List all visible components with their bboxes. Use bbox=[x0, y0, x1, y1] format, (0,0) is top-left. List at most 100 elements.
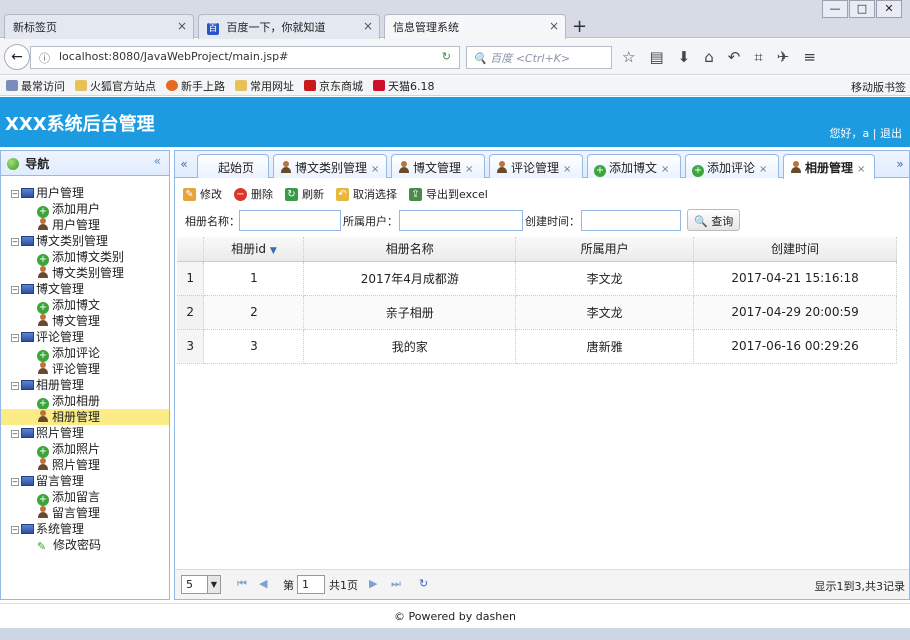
column-header[interactable]: 相册id ▼ bbox=[203, 237, 305, 262]
tree-item[interactable]: 留言管理 bbox=[1, 505, 169, 521]
content-tab[interactable]: 评论管理 × bbox=[489, 154, 583, 178]
close-icon[interactable]: × bbox=[371, 164, 379, 175]
tree-item[interactable]: 用户管理 bbox=[1, 217, 169, 233]
content-tab[interactable]: + 添加评论 × bbox=[685, 154, 779, 178]
extension-icon[interactable]: ✈ bbox=[777, 48, 790, 66]
tree-item[interactable]: + 添加用户 bbox=[1, 201, 169, 218]
bookmark-item[interactable]: 常用网址 bbox=[235, 78, 294, 94]
close-icon[interactable]: × bbox=[363, 19, 373, 33]
close-window-icon[interactable]: ✕ bbox=[876, 0, 902, 18]
table-row[interactable]: 3 3 我的家 唐新雅 2017-06-16 00:29:26 bbox=[177, 329, 897, 364]
bookmark-item[interactable]: 最常访问 bbox=[6, 78, 65, 94]
content-tab[interactable]: 博文类别管理 × bbox=[273, 154, 387, 178]
refresh-button[interactable]: ↻ 刷新 bbox=[285, 186, 324, 202]
tree-item[interactable]: + 添加相册 bbox=[1, 393, 169, 410]
star-icon[interactable]: ☆ bbox=[622, 48, 635, 66]
tree-item[interactable]: + 添加博文 bbox=[1, 297, 169, 314]
column-header[interactable]: 所属用户 bbox=[515, 237, 695, 262]
bookmark-item[interactable]: 天猫6.18 bbox=[373, 78, 435, 94]
first-page-icon[interactable]: ⏮ bbox=[237, 577, 247, 591]
tree-group[interactable]: − 博文类别管理 bbox=[1, 233, 169, 249]
last-page-icon[interactable]: ⏭ bbox=[391, 577, 401, 591]
browser-tab-baidu[interactable]: 百 百度一下，你就知道 × bbox=[198, 14, 380, 39]
search-input[interactable]: 🔍 百度 <Ctrl+K> bbox=[466, 46, 612, 69]
bookmark-item[interactable]: 新手上路 bbox=[166, 78, 225, 94]
browser-tab-active[interactable]: 信息管理系统 × bbox=[384, 14, 566, 40]
undo-icon[interactable]: ↶ bbox=[728, 48, 741, 66]
user-logout-link[interactable]: 您好，a | 退出 bbox=[830, 125, 902, 141]
tree-group[interactable]: − 相册管理 bbox=[1, 377, 169, 393]
bookmark-item[interactable]: 京东商城 bbox=[304, 78, 363, 94]
menu-icon[interactable]: ≡ bbox=[803, 48, 816, 66]
screenshot-icon[interactable]: ⌗ bbox=[754, 48, 762, 66]
column-header[interactable]: 创建时间 bbox=[693, 237, 897, 262]
address-bar[interactable]: ⓘ localhost:8080/JavaWebProject/main.jsp… bbox=[30, 46, 460, 69]
tree-item[interactable]: 评论管理 bbox=[1, 361, 169, 377]
toggle-minus-icon[interactable]: − bbox=[11, 526, 19, 534]
tree-item[interactable]: ✎ 修改密码 bbox=[1, 537, 169, 553]
content-tab[interactable]: 博文管理 × bbox=[391, 154, 485, 178]
mobile-bookmarks[interactable]: 移动版书签 bbox=[851, 79, 906, 95]
scroll-left-icon[interactable]: « bbox=[175, 154, 193, 175]
toggle-minus-icon[interactable]: − bbox=[11, 190, 19, 198]
toggle-minus-icon[interactable]: − bbox=[11, 238, 19, 246]
collapse-icon[interactable]: « bbox=[154, 154, 161, 168]
tree-group[interactable]: − 评论管理 bbox=[1, 329, 169, 345]
toggle-minus-icon[interactable]: − bbox=[11, 430, 19, 438]
table-row[interactable]: 2 2 亲子相册 李文龙 2017-04-29 20:00:59 bbox=[177, 295, 897, 330]
cancel-select-button[interactable]: ↶ 取消选择 bbox=[336, 186, 397, 202]
reader-icon[interactable]: ▤ bbox=[649, 48, 663, 66]
tree-item[interactable]: 博文类别管理 bbox=[1, 265, 169, 281]
refresh-icon[interactable]: ↻ bbox=[419, 577, 428, 590]
close-icon[interactable]: × bbox=[563, 164, 571, 175]
tree-item[interactable]: + 添加评论 bbox=[1, 345, 169, 362]
info-icon[interactable]: ⓘ bbox=[39, 50, 50, 66]
tree-group[interactable]: − 博文管理 bbox=[1, 281, 169, 297]
close-icon[interactable]: × bbox=[549, 19, 559, 33]
tree-item[interactable]: 照片管理 bbox=[1, 457, 169, 473]
back-arrow-icon[interactable]: ← bbox=[4, 44, 30, 70]
tree-item[interactable]: 相册管理 bbox=[1, 409, 169, 425]
next-page-icon[interactable]: ▶ bbox=[369, 577, 377, 590]
content-tab[interactable]: 相册管理 × bbox=[783, 154, 875, 179]
toggle-minus-icon[interactable]: − bbox=[11, 382, 19, 390]
delete-button[interactable]: − 删除 bbox=[234, 186, 273, 202]
export-excel-button[interactable]: ⇪ 导出到excel bbox=[409, 186, 488, 202]
owner-input[interactable] bbox=[399, 210, 523, 231]
maximize-icon[interactable]: □ bbox=[849, 0, 875, 18]
album-name-input[interactable] bbox=[239, 210, 341, 231]
tree-group[interactable]: − 照片管理 bbox=[1, 425, 169, 441]
prev-page-icon[interactable]: ◀ bbox=[259, 577, 267, 590]
column-header[interactable]: 相册名称 bbox=[303, 237, 517, 262]
created-date-input[interactable] bbox=[581, 210, 681, 231]
tree-group[interactable]: − 留言管理 bbox=[1, 473, 169, 489]
close-icon[interactable]: × bbox=[759, 164, 767, 175]
scroll-right-icon[interactable]: » bbox=[891, 154, 909, 175]
toggle-minus-icon[interactable]: − bbox=[11, 286, 19, 294]
browser-tab-newtab[interactable]: 新标签页 × bbox=[4, 14, 194, 39]
tree-item[interactable]: + 添加博文类别 bbox=[1, 249, 169, 266]
tree-item[interactable]: 博文管理 bbox=[1, 313, 169, 329]
minimize-icon[interactable]: — bbox=[822, 0, 848, 18]
page-number-input[interactable]: 1 bbox=[297, 575, 325, 594]
tree-item[interactable]: + 添加照片 bbox=[1, 441, 169, 458]
toggle-minus-icon[interactable]: − bbox=[11, 478, 19, 486]
tree-item[interactable]: + 添加留言 bbox=[1, 489, 169, 506]
query-button[interactable]: 🔍 查询 bbox=[687, 209, 741, 231]
bookmark-item[interactable]: 火狐官方站点 bbox=[75, 78, 156, 94]
edit-button[interactable]: ✎ 修改 bbox=[183, 186, 222, 202]
toggle-minus-icon[interactable]: − bbox=[11, 334, 19, 342]
home-icon[interactable]: ⌂ bbox=[704, 48, 714, 66]
tree-group[interactable]: − 用户管理 bbox=[1, 185, 169, 201]
tree-group[interactable]: − 系统管理 bbox=[1, 521, 169, 537]
new-tab-button[interactable]: + bbox=[572, 16, 587, 37]
close-icon[interactable]: × bbox=[661, 164, 669, 175]
table-row[interactable]: 1 1 2017年4月成都游 李文龙 2017-04-21 15:16:18 bbox=[177, 261, 897, 296]
download-icon[interactable]: ⬇ bbox=[678, 48, 691, 66]
close-icon[interactable]: × bbox=[177, 19, 187, 33]
reload-icon[interactable]: ↻ bbox=[442, 50, 451, 63]
content-tab[interactable]: 起始页 bbox=[197, 154, 269, 178]
content-tab[interactable]: + 添加博文 × bbox=[587, 154, 681, 178]
close-icon[interactable]: × bbox=[465, 164, 473, 175]
close-icon[interactable]: × bbox=[857, 164, 865, 175]
